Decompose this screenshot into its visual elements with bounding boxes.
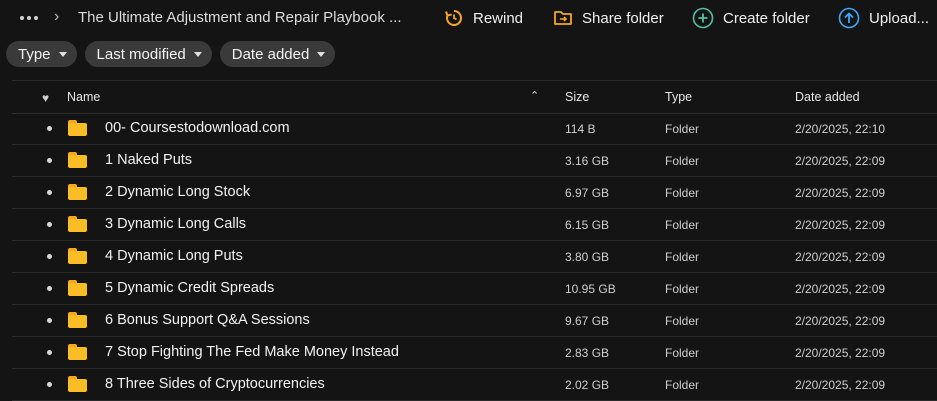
row-bullet: [47, 382, 52, 387]
create-folder-button[interactable]: Create folder: [692, 5, 810, 31]
folder-icon: [68, 376, 87, 392]
table-row[interactable]: 5 Dynamic Credit Spreads 10.95 GB Folder…: [12, 272, 937, 305]
table-row[interactable]: 4 Dynamic Long Puts 3.80 GB Folder 2/20/…: [12, 240, 937, 273]
file-name: 8 Three Sides of Cryptocurrencies: [105, 376, 325, 392]
breadcrumb-chevron-icon: ›: [54, 8, 60, 25]
rewind-button[interactable]: Rewind: [444, 5, 523, 31]
last-modified-filter[interactable]: Last modified: [84, 41, 212, 67]
row-bullet: [47, 190, 52, 195]
row-bullet: [47, 318, 52, 323]
name-column-header[interactable]: Name: [67, 90, 100, 104]
breadcrumb-current-folder[interactable]: The Ultimate Adjustment and Repair Playb…: [78, 9, 402, 26]
upload-icon: [838, 7, 860, 29]
folder-icon: [68, 120, 87, 136]
chevron-down-icon: [58, 51, 67, 57]
file-date-added: 2/20/2025, 22:09: [795, 154, 886, 168]
type-filter-label: Type: [18, 45, 51, 63]
row-bullet: [47, 222, 52, 227]
file-size: 114 B: [565, 122, 596, 136]
file-size: 6.15 GB: [565, 218, 610, 232]
table-row[interactable]: 6 Bonus Support Q&A Sessions 9.67 GB Fol…: [12, 304, 937, 337]
file-type: Folder: [665, 314, 700, 328]
file-name: 7 Stop Fighting The Fed Make Money Inste…: [105, 344, 399, 360]
file-name: 1 Naked Puts: [105, 152, 193, 168]
more-options-icon[interactable]: [20, 10, 40, 24]
file-type: Folder: [665, 250, 700, 264]
share-folder-icon: [554, 11, 572, 25]
file-size: 9.67 GB: [565, 314, 610, 328]
last-modified-filter-label: Last modified: [96, 45, 186, 63]
favorite-heart-icon[interactable]: ♥: [42, 91, 49, 105]
folder-icon: [68, 312, 87, 328]
file-type: Folder: [665, 154, 700, 168]
file-name: 4 Dynamic Long Puts: [105, 248, 243, 264]
table-row[interactable]: 1 Naked Puts 3.16 GB Folder 2/20/2025, 2…: [12, 144, 937, 177]
file-type: Folder: [665, 186, 700, 200]
chevron-down-icon: [317, 51, 326, 57]
file-type: Folder: [665, 282, 700, 296]
row-bullet: [47, 286, 52, 291]
table-row[interactable]: 8 Three Sides of Cryptocurrencies 2.02 G…: [12, 368, 937, 401]
file-date-added: 2/20/2025, 22:09: [795, 346, 886, 360]
create-folder-label: Create folder: [723, 9, 810, 27]
table-header: ♥ Name ⌃ Size Type Date added: [12, 80, 937, 114]
row-bullet: [47, 350, 52, 355]
file-name: 2 Dynamic Long Stock: [105, 184, 251, 200]
folder-icon: [68, 216, 87, 232]
file-size: 2.02 GB: [565, 378, 610, 392]
file-date-added: 2/20/2025, 22:09: [795, 314, 886, 328]
upload-label: Upload...: [869, 9, 930, 27]
chevron-down-icon: [193, 51, 202, 57]
rewind-icon: [445, 10, 462, 26]
file-size: 10.95 GB: [565, 282, 616, 296]
folder-icon: [68, 344, 87, 360]
row-bullet: [47, 158, 52, 163]
file-date-added: 2/20/2025, 22:09: [795, 250, 886, 264]
table-row[interactable]: 7 Stop Fighting The Fed Make Money Inste…: [12, 336, 937, 369]
folder-icon: [68, 184, 87, 200]
row-bullet: [47, 254, 52, 259]
file-date-added: 2/20/2025, 22:09: [795, 378, 886, 392]
date-added-column-header[interactable]: Date added: [795, 90, 860, 104]
table-row[interactable]: 2 Dynamic Long Stock 6.97 GB Folder 2/20…: [12, 176, 937, 209]
size-column-header[interactable]: Size: [565, 90, 589, 104]
plus-circle-icon: [692, 7, 714, 29]
file-date-added: 2/20/2025, 22:09: [795, 186, 886, 200]
file-name: 5 Dynamic Credit Spreads: [105, 280, 275, 296]
file-size: 3.16 GB: [565, 154, 610, 168]
top-bar: › The Ultimate Adjustment and Repair Pla…: [0, 0, 937, 36]
type-column-header[interactable]: Type: [665, 90, 692, 104]
date-added-filter-label: Date added: [231, 45, 310, 63]
table-row[interactable]: 00- Coursestodownload.com 114 B Folder 2…: [12, 112, 937, 145]
date-added-filter[interactable]: Date added: [219, 41, 336, 67]
file-type: Folder: [665, 346, 700, 360]
file-size: 2.83 GB: [565, 346, 610, 360]
file-name: 3 Dynamic Long Calls: [105, 216, 247, 232]
folder-icon: [68, 280, 87, 296]
file-type: Folder: [665, 218, 700, 232]
file-type: Folder: [665, 122, 700, 136]
row-bullet: [47, 126, 52, 131]
sort-ascending-icon[interactable]: ⌃: [530, 89, 539, 102]
upload-button[interactable]: Upload...: [838, 5, 929, 31]
file-date-added: 2/20/2025, 22:09: [795, 282, 886, 296]
share-folder-button[interactable]: Share folder: [553, 5, 664, 31]
type-filter[interactable]: Type: [6, 41, 77, 67]
file-type: Folder: [665, 378, 700, 392]
folder-icon: [68, 152, 87, 168]
rewind-label: Rewind: [473, 9, 524, 27]
folder-icon: [68, 248, 87, 264]
file-size: 3.80 GB: [565, 250, 610, 264]
share-folder-label: Share folder: [582, 9, 664, 27]
filter-bar: Type Last modified Date added: [6, 41, 336, 67]
file-size: 6.97 GB: [565, 186, 610, 200]
file-name: 00- Coursestodownload.com: [105, 120, 290, 136]
file-date-added: 2/20/2025, 22:09: [795, 218, 886, 232]
file-date-added: 2/20/2025, 22:10: [795, 122, 886, 136]
file-name: 6 Bonus Support Q&A Sessions: [105, 312, 310, 328]
table-row[interactable]: 3 Dynamic Long Calls 6.15 GB Folder 2/20…: [12, 208, 937, 241]
